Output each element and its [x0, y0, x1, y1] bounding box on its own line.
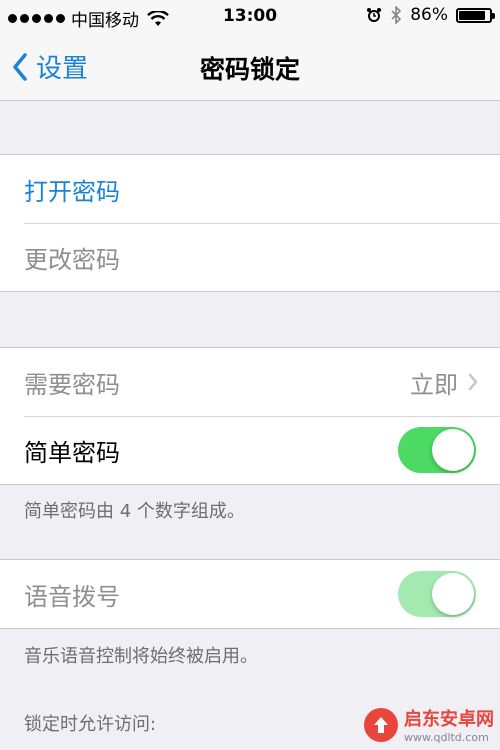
change-passcode-label: 更改密码 — [24, 245, 120, 274]
watermark-title: 启东安卓网 — [404, 709, 494, 730]
alarm-icon — [367, 8, 382, 22]
voice-dial-group: 语音拨号 — [0, 559, 500, 629]
require-passcode-cell[interactable]: 需要密码 立即 — [0, 348, 500, 416]
simple-passcode-cell: 简单密码 — [0, 416, 500, 484]
simple-passcode-footer: 简单密码由 4 个数字组成。 — [24, 501, 245, 522]
battery-percent: 86% — [410, 5, 448, 25]
toggle-knob — [432, 429, 474, 471]
turn-passcode-on-cell[interactable]: 打开密码 — [0, 155, 500, 223]
simple-passcode-label: 简单密码 — [24, 438, 120, 467]
watermark: 启东安卓网 www.qdltd.com — [364, 705, 494, 744]
toggle-knob — [432, 573, 474, 615]
turn-passcode-on-label: 打开密码 — [24, 177, 120, 206]
locked-access-header: 锁定时允许访问: — [24, 714, 157, 735]
watermark-url: www.qdltd.com — [404, 731, 489, 744]
simple-passcode-toggle[interactable] — [398, 427, 476, 473]
chevron-right-icon — [468, 373, 478, 391]
passcode-actions-group: 打开密码 更改密码 — [0, 154, 500, 292]
voice-dial-cell: 语音拨号 — [0, 560, 500, 628]
voice-dial-footer: 音乐语音控制将始终被启用。 — [24, 646, 258, 667]
require-passcode-value: 立即 — [410, 370, 458, 399]
battery-fill — [459, 10, 485, 20]
voice-dial-toggle[interactable] — [398, 571, 476, 617]
navigation-bar: 设置 密码锁定 — [0, 34, 500, 101]
watermark-text: 启东安卓网 www.qdltd.com — [404, 705, 494, 744]
voice-dial-label: 语音拨号 — [24, 582, 120, 611]
status-bar: 中国移动 13:00 86% — [0, 0, 500, 34]
change-passcode-cell[interactable]: 更改密码 — [0, 223, 500, 291]
page-title: 密码锁定 — [199, 55, 300, 84]
status-right: 86% — [366, 5, 495, 25]
watermark-logo-icon — [364, 707, 398, 742]
bluetooth-icon — [391, 6, 402, 24]
battery-icon — [456, 7, 495, 23]
require-passcode-label: 需要密码 — [24, 370, 120, 399]
passcode-options-group: 需要密码 立即 简单密码 — [0, 347, 500, 485]
